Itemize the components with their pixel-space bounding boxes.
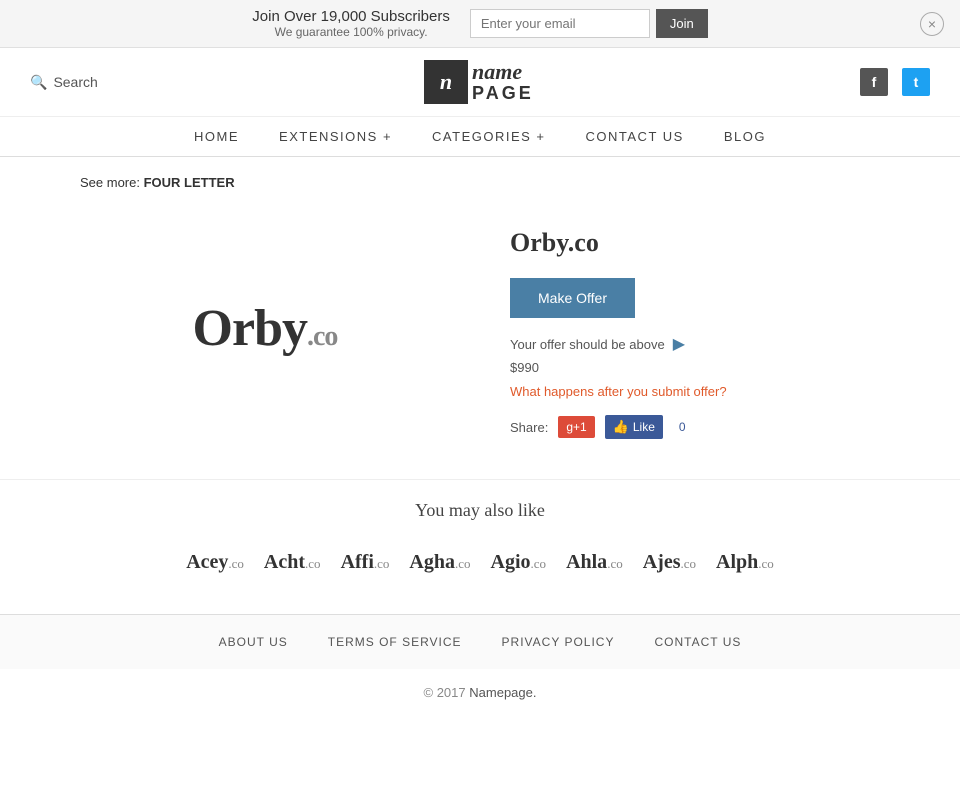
domain-card-tld: .co bbox=[228, 556, 244, 571]
banner-form: Join bbox=[470, 9, 708, 38]
domain-card-name: Ajes bbox=[643, 551, 681, 573]
domain-card-name: Agha bbox=[409, 551, 455, 573]
offer-arrow-icon: ▶ bbox=[673, 334, 685, 354]
twitter-icon[interactable]: t bbox=[902, 68, 930, 96]
domain-card-tld: .co bbox=[374, 556, 390, 571]
domain-card-tld: .co bbox=[455, 556, 471, 571]
facebook-like-button[interactable]: 👍 Like bbox=[605, 415, 663, 439]
search-area[interactable]: 🔍 Search bbox=[30, 74, 98, 91]
share-row: Share: g+1 👍 Like 0 bbox=[510, 415, 880, 439]
logo-icon: n bbox=[424, 60, 468, 104]
domain-card-tld: .co bbox=[607, 556, 623, 571]
social-links: f t bbox=[860, 68, 930, 96]
gplus-label: g+1 bbox=[566, 420, 586, 434]
main-nav: HOME EXTENSIONS + CATEGORIES + CONTACT US BL… bbox=[0, 117, 960, 157]
domain-card[interactable]: Alph.co bbox=[716, 551, 774, 574]
domain-card-name: Affi bbox=[341, 551, 374, 573]
nav-item-extensions[interactable]: EXTENSIONS + bbox=[279, 129, 392, 144]
domain-logo-display: Orby.co bbox=[193, 299, 338, 358]
fb-thumb-icon: 👍 bbox=[613, 419, 629, 435]
footer-link-terms[interactable]: TERMS OF SERVICE bbox=[328, 635, 462, 649]
domain-title: Orby.co bbox=[510, 228, 880, 258]
search-label: Search bbox=[53, 74, 97, 90]
fb-like-label: Like bbox=[633, 420, 655, 434]
also-like-section: You may also like Acey.coAcht.coAffi.coA… bbox=[0, 479, 960, 614]
facebook-icon[interactable]: f bbox=[860, 68, 888, 96]
domain-card[interactable]: Agha.co bbox=[409, 551, 470, 574]
domain-card-name: Ahla bbox=[566, 551, 607, 573]
nav-item-categories[interactable]: CATEGORIES + bbox=[432, 129, 545, 144]
domain-grid: Acey.coAcht.coAffi.coAgha.coAgio.coAhla.… bbox=[80, 551, 880, 574]
copyright-text: © 2017 bbox=[424, 685, 466, 700]
domain-logo-name: Orby bbox=[193, 300, 307, 357]
footer-copyright: © 2017 Namepage. bbox=[0, 669, 960, 724]
domain-card-tld: .co bbox=[758, 556, 774, 571]
domain-logo-area: Orby.co bbox=[80, 218, 450, 439]
domain-card[interactable]: Affi.co bbox=[341, 551, 390, 574]
nav-item-contact[interactable]: CONTACT US bbox=[586, 129, 684, 144]
domain-logo-tld: .co bbox=[307, 321, 337, 352]
breadcrumb-prefix: See more: bbox=[80, 175, 140, 190]
domain-card-name: Acht bbox=[264, 551, 305, 573]
logo[interactable]: n name PAGE bbox=[424, 60, 534, 104]
header: 🔍 Search n name PAGE f t bbox=[0, 48, 960, 117]
nav-item-blog[interactable]: BLOG bbox=[724, 129, 766, 144]
domain-card-tld: .co bbox=[305, 556, 321, 571]
gplus-button[interactable]: g+1 bbox=[558, 416, 594, 438]
join-button[interactable]: Join bbox=[656, 9, 708, 38]
footer-link-privacy[interactable]: PRIVACY POLICY bbox=[502, 635, 615, 649]
banner-subline: We guarantee 100% privacy. bbox=[252, 25, 450, 39]
main-content: Orby.co Orby.co Make Offer Your offer sh… bbox=[0, 198, 960, 479]
email-input[interactable] bbox=[470, 9, 650, 38]
offer-info: Your offer should be above ▶ bbox=[510, 334, 880, 354]
domain-card-name: Agio bbox=[491, 551, 531, 573]
domain-card[interactable]: Ahla.co bbox=[566, 551, 623, 574]
breadcrumb-label[interactable]: FOUR LETTER bbox=[144, 175, 235, 190]
domain-card-name: Acey bbox=[186, 551, 228, 573]
domain-card[interactable]: Acht.co bbox=[264, 551, 321, 574]
share-label: Share: bbox=[510, 420, 548, 435]
also-like-title: You may also like bbox=[80, 500, 880, 521]
domain-detail: Orby.co Make Offer Your offer should be … bbox=[510, 218, 880, 439]
logo-text: name PAGE bbox=[472, 60, 534, 104]
offer-faq-link[interactable]: What happens after you submit offer? bbox=[510, 384, 727, 399]
domain-card-tld: .co bbox=[680, 556, 696, 571]
footer-link-about[interactable]: ABOUT US bbox=[219, 635, 288, 649]
footer-link-contact[interactable]: CONTACT US bbox=[654, 635, 741, 649]
close-button[interactable]: × bbox=[920, 12, 944, 36]
nav-item-home[interactable]: HOME bbox=[194, 129, 239, 144]
breadcrumb: See more: FOUR LETTER bbox=[0, 157, 960, 198]
domain-card-name: Alph bbox=[716, 551, 758, 573]
offer-info-text: Your offer should be above bbox=[510, 337, 665, 352]
make-offer-button[interactable]: Make Offer bbox=[510, 278, 635, 318]
domain-card[interactable]: Agio.co bbox=[491, 551, 547, 574]
offer-price: $990 bbox=[510, 360, 880, 375]
copyright-link[interactable]: Namepage. bbox=[469, 685, 536, 700]
banner-headline: Join Over 19,000 Subscribers bbox=[252, 8, 450, 25]
domain-card-tld: .co bbox=[531, 556, 547, 571]
search-icon: 🔍 bbox=[30, 74, 47, 91]
top-banner: Join Over 19,000 Subscribers We guarante… bbox=[0, 0, 960, 48]
domain-card[interactable]: Ajes.co bbox=[643, 551, 696, 574]
footer-links: ABOUT US TERMS OF SERVICE PRIVACY POLICY CO… bbox=[0, 614, 960, 669]
fb-count: 0 bbox=[673, 418, 692, 436]
domain-card[interactable]: Acey.co bbox=[186, 551, 244, 574]
banner-text: Join Over 19,000 Subscribers We guarante… bbox=[252, 8, 450, 39]
